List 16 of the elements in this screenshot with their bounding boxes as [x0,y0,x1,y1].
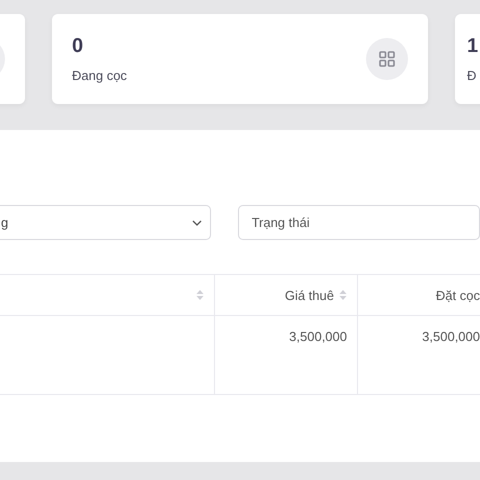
select-field[interactable]: g [0,205,211,240]
header-label: Đặt cọc [436,288,480,302]
column-header[interactable]: Đặt cọc [357,275,480,315]
stat-label: Đang cọc [72,68,127,83]
column-header[interactable]: Giá thuê [214,275,357,315]
chevron-down-icon [192,220,202,226]
stat-value: 1 [467,35,478,58]
stat-value: 0 [72,35,84,58]
table-cell-text: 3,500,000 [422,329,480,346]
sort-icon [196,289,204,301]
stat-label: Đ [467,68,478,83]
grid-icon [366,38,408,80]
sort-icon [339,289,347,301]
header-label: Giá thuê [284,288,334,302]
status-field[interactable]: Trạng thái [238,205,480,240]
table-cell-text: 3,500,000 [289,329,347,346]
